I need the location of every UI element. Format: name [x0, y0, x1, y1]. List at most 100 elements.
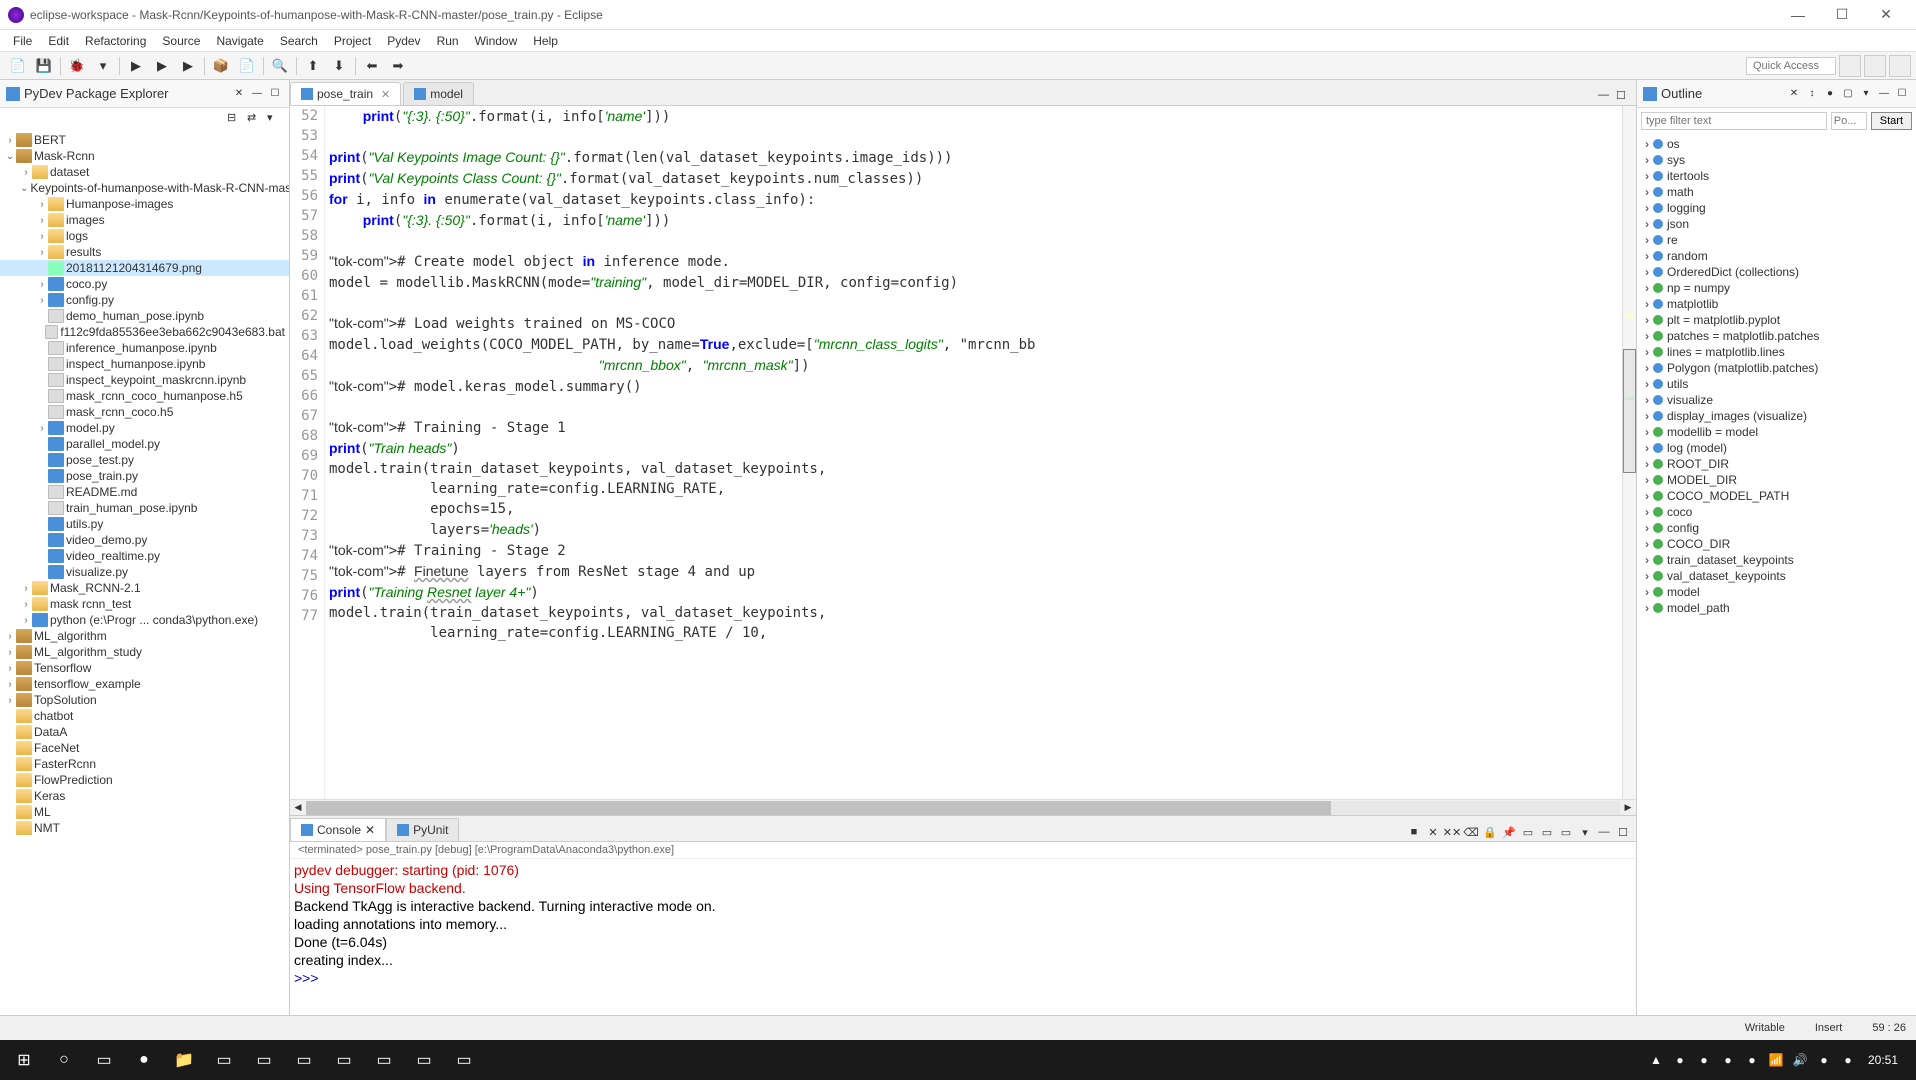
new-class-button[interactable]: 📦 [209, 55, 233, 77]
tray-icon[interactable]: ● [1838, 1050, 1858, 1070]
tree-item[interactable]: ⌄Keypoints-of-humanpose-with-Mask-R-CNN-… [0, 180, 289, 196]
outline-item[interactable]: ›itertools [1637, 168, 1916, 184]
outline-item[interactable]: ›sys [1637, 152, 1916, 168]
tree-item[interactable]: ›tensorflow_example [0, 676, 289, 692]
app-icon[interactable]: ▭ [204, 1041, 244, 1079]
tree-item[interactable]: Keras [0, 788, 289, 804]
close-icon[interactable]: ✕ [1786, 86, 1802, 102]
tree-item[interactable]: FlowPrediction [0, 772, 289, 788]
view-menu-button[interactable]: ▾ [267, 111, 283, 127]
tree-item[interactable]: 20181121204314679.png [0, 260, 289, 276]
start-button[interactable]: ⊞ [4, 1041, 44, 1079]
view-menu-button[interactable]: ▾ [1858, 86, 1874, 102]
outline-item[interactable]: ›Polygon (matplotlib.patches) [1637, 360, 1916, 376]
app-icon[interactable]: ▭ [324, 1041, 364, 1079]
close-tab-icon[interactable]: ✕ [381, 88, 390, 101]
maximize-console-button[interactable]: ☐ [1614, 823, 1632, 841]
wifi-icon[interactable]: 📶 [1766, 1050, 1786, 1070]
cortana-button[interactable]: ○ [44, 1041, 84, 1079]
app-icon[interactable]: ▭ [284, 1041, 324, 1079]
outline-item[interactable]: ›utils [1637, 376, 1916, 392]
tree-item[interactable]: ›TopSolution [0, 692, 289, 708]
volume-icon[interactable]: 🔊 [1790, 1050, 1810, 1070]
maximize-editor-button[interactable]: ☐ [1616, 89, 1632, 105]
menu-project[interactable]: Project [326, 32, 379, 50]
tree-item[interactable]: mask_rcnn_coco_humanpose.h5 [0, 388, 289, 404]
tree-item[interactable]: demo_human_pose.ipynb [0, 308, 289, 324]
outline-item[interactable]: ›matplotlib [1637, 296, 1916, 312]
maximize-icon[interactable]: ☐ [1894, 86, 1910, 102]
minimize-icon[interactable]: — [1876, 86, 1892, 102]
hide-fields-button[interactable]: ● [1822, 86, 1838, 102]
outline-item[interactable]: ›log (model) [1637, 440, 1916, 456]
tab-model[interactable]: model [403, 82, 474, 105]
tree-item[interactable]: README.md [0, 484, 289, 500]
overview-ruler[interactable] [1622, 106, 1636, 799]
tree-item[interactable]: inspect_humanpose.ipynb [0, 356, 289, 372]
tree-item[interactable]: ML [0, 804, 289, 820]
tree-item[interactable]: pose_train.py [0, 468, 289, 484]
outline-item[interactable]: ›patches = matplotlib.patches [1637, 328, 1916, 344]
hide-static-button[interactable]: ▢ [1840, 86, 1856, 102]
app-icon[interactable]: ▭ [244, 1041, 284, 1079]
tree-item[interactable]: chatbot [0, 708, 289, 724]
app-icon[interactable]: ▭ [364, 1041, 404, 1079]
tree-item[interactable]: ›Humanpose-images [0, 196, 289, 212]
quick-access-input[interactable] [1746, 57, 1836, 75]
tree-item[interactable]: ›Tensorflow [0, 660, 289, 676]
tree-item[interactable]: ›images [0, 212, 289, 228]
app-icon[interactable]: ▭ [404, 1041, 444, 1079]
tray-icon[interactable]: ● [1670, 1050, 1690, 1070]
editor-h-scrollbar[interactable]: ◀ ▶ [290, 799, 1636, 815]
menu-source[interactable]: Source [154, 32, 208, 50]
outline-item[interactable]: ›json [1637, 216, 1916, 232]
outline-item[interactable]: ›model_path [1637, 600, 1916, 616]
outline-item[interactable]: ›model [1637, 584, 1916, 600]
tree-item[interactable]: NMT [0, 820, 289, 836]
outline-item[interactable]: ›train_dataset_keypoints [1637, 552, 1916, 568]
menu-refactoring[interactable]: Refactoring [77, 32, 154, 50]
terminate-button[interactable]: ■ [1405, 823, 1423, 841]
tray-icon[interactable]: ● [1694, 1050, 1714, 1070]
menu-run[interactable]: Run [429, 32, 467, 50]
scroll-lock-button[interactable]: 🔒 [1481, 823, 1499, 841]
prev-annotation-button[interactable]: ⬆ [301, 55, 325, 77]
tree-item[interactable]: pose_test.py [0, 452, 289, 468]
tree-item[interactable]: ›mask rcnn_test [0, 596, 289, 612]
app-icon[interactable]: ● [124, 1041, 164, 1079]
minimize-editor-button[interactable]: — [1598, 89, 1614, 105]
search-button[interactable]: 🔍 [268, 55, 292, 77]
tray-icon[interactable]: ● [1742, 1050, 1762, 1070]
outline-item[interactable]: ›config [1637, 520, 1916, 536]
debug-button[interactable]: 🐞 [65, 55, 89, 77]
tree-item[interactable]: inference_humanpose.ipynb [0, 340, 289, 356]
tree-item[interactable]: utils.py [0, 516, 289, 532]
outline-item[interactable]: ›os [1637, 136, 1916, 152]
menu-file[interactable]: File [5, 32, 40, 50]
outline-item[interactable]: ›random [1637, 248, 1916, 264]
tree-item[interactable]: ›logs [0, 228, 289, 244]
task-view-button[interactable]: ▭ [84, 1041, 124, 1079]
minimize-button[interactable]: — [1776, 1, 1820, 29]
menu-navigate[interactable]: Navigate [208, 32, 271, 50]
console-dropdown-button[interactable]: ▾ [1576, 823, 1594, 841]
outline-filter-input[interactable] [1641, 112, 1827, 130]
tree-item[interactable]: ›dataset [0, 164, 289, 180]
tree-item[interactable]: visualize.py [0, 564, 289, 580]
outline-item[interactable]: ›re [1637, 232, 1916, 248]
forward-button[interactable]: ➡ [386, 55, 410, 77]
tray-icon[interactable]: ● [1718, 1050, 1738, 1070]
minimize-console-button[interactable]: — [1595, 823, 1613, 841]
app-icon[interactable]: 📁 [164, 1041, 204, 1079]
tree-item[interactable]: ›ML_algorithm_study [0, 644, 289, 660]
pydev-perspective-button[interactable] [1864, 55, 1886, 77]
clear-console-button[interactable]: ⌫ [1462, 823, 1480, 841]
tree-item[interactable]: FasterRcnn [0, 756, 289, 772]
open-console-button[interactable]: ▭ [1538, 823, 1556, 841]
next-annotation-button[interactable]: ⬇ [327, 55, 351, 77]
menu-window[interactable]: Window [467, 32, 526, 50]
clock[interactable]: 20:51 [1862, 1053, 1904, 1067]
remove-terminated-button[interactable]: ✕ [1424, 823, 1442, 841]
run-button[interactable]: ▶ [124, 55, 148, 77]
outline-item[interactable]: ›visualize [1637, 392, 1916, 408]
